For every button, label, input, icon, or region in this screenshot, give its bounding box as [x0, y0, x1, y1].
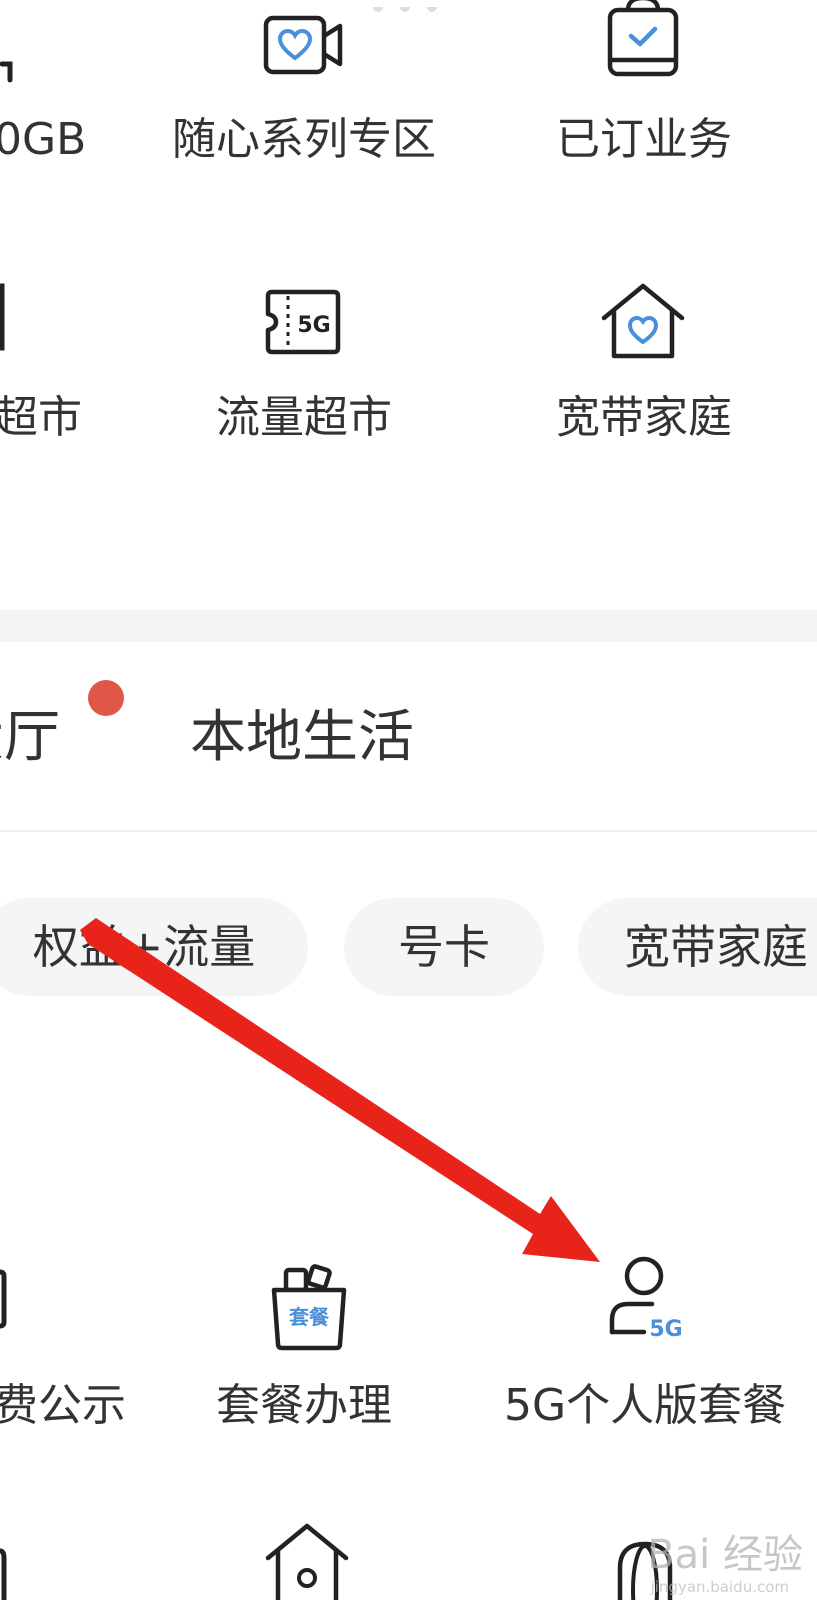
service-label-suixin[interactable]: 随心系列专区	[172, 114, 436, 166]
service-label-data-market[interactable]: 流量超市	[216, 392, 392, 444]
service-label-market[interactable]: 超市	[0, 392, 82, 444]
service-label-data[interactable]: 0GB	[0, 114, 86, 166]
package-bag-icon[interactable]: 套餐	[264, 1264, 354, 1354]
video-heart-icon[interactable]	[258, 4, 348, 94]
service-label-5g-personal[interactable]: 5G个人版套餐	[504, 1380, 786, 1432]
tab-local-life[interactable]: 本地生活	[190, 706, 414, 770]
package-icon-text: 套餐	[289, 1305, 330, 1329]
partial-icon[interactable]	[0, 1262, 28, 1352]
chip-broadband-family[interactable]: 宽带家庭	[578, 898, 817, 996]
service-label-fee-notice[interactable]: 费公示	[0, 1380, 126, 1432]
service-label-broadband[interactable]: 宽带家庭	[556, 392, 732, 444]
ticket-5g-text: 5G	[297, 313, 330, 338]
partial-icon[interactable]	[0, 4, 30, 94]
notification-badge	[88, 680, 124, 716]
house-icon[interactable]	[262, 1518, 352, 1600]
service-label-subscribed[interactable]: 已订业务	[556, 114, 732, 166]
house-heart-icon[interactable]	[598, 278, 688, 368]
bag-check-icon[interactable]	[598, 0, 688, 84]
tabs-bottom-rule	[0, 830, 817, 832]
top-indicator	[370, 0, 440, 12]
annotation-arrow	[80, 918, 600, 1262]
section-divider	[0, 610, 817, 642]
watermark-logo: Bai 经验	[647, 1532, 803, 1578]
watermark-url: jingyan.baidu.com	[650, 1578, 789, 1596]
partial-icon[interactable]	[0, 278, 28, 368]
ticket-5g-icon[interactable]: 5G	[258, 278, 348, 368]
service-label-package[interactable]: 套餐办理	[216, 1380, 392, 1432]
chip-benefits-data[interactable]: 权益+流量	[0, 898, 308, 996]
partial-icon[interactable]	[0, 1518, 28, 1600]
user-5g-text: 5G	[649, 1317, 682, 1340]
user-5g-icon[interactable]: 5G	[600, 1250, 690, 1340]
chip-number-card[interactable]: 号卡	[344, 898, 544, 996]
app-screen: 0GB 随心系列专区 已订业务 超市 5G 流量超市 宽带家庭 厅 本地生活 权…	[0, 0, 817, 1600]
tab-hall[interactable]: 大厅	[0, 706, 60, 770]
